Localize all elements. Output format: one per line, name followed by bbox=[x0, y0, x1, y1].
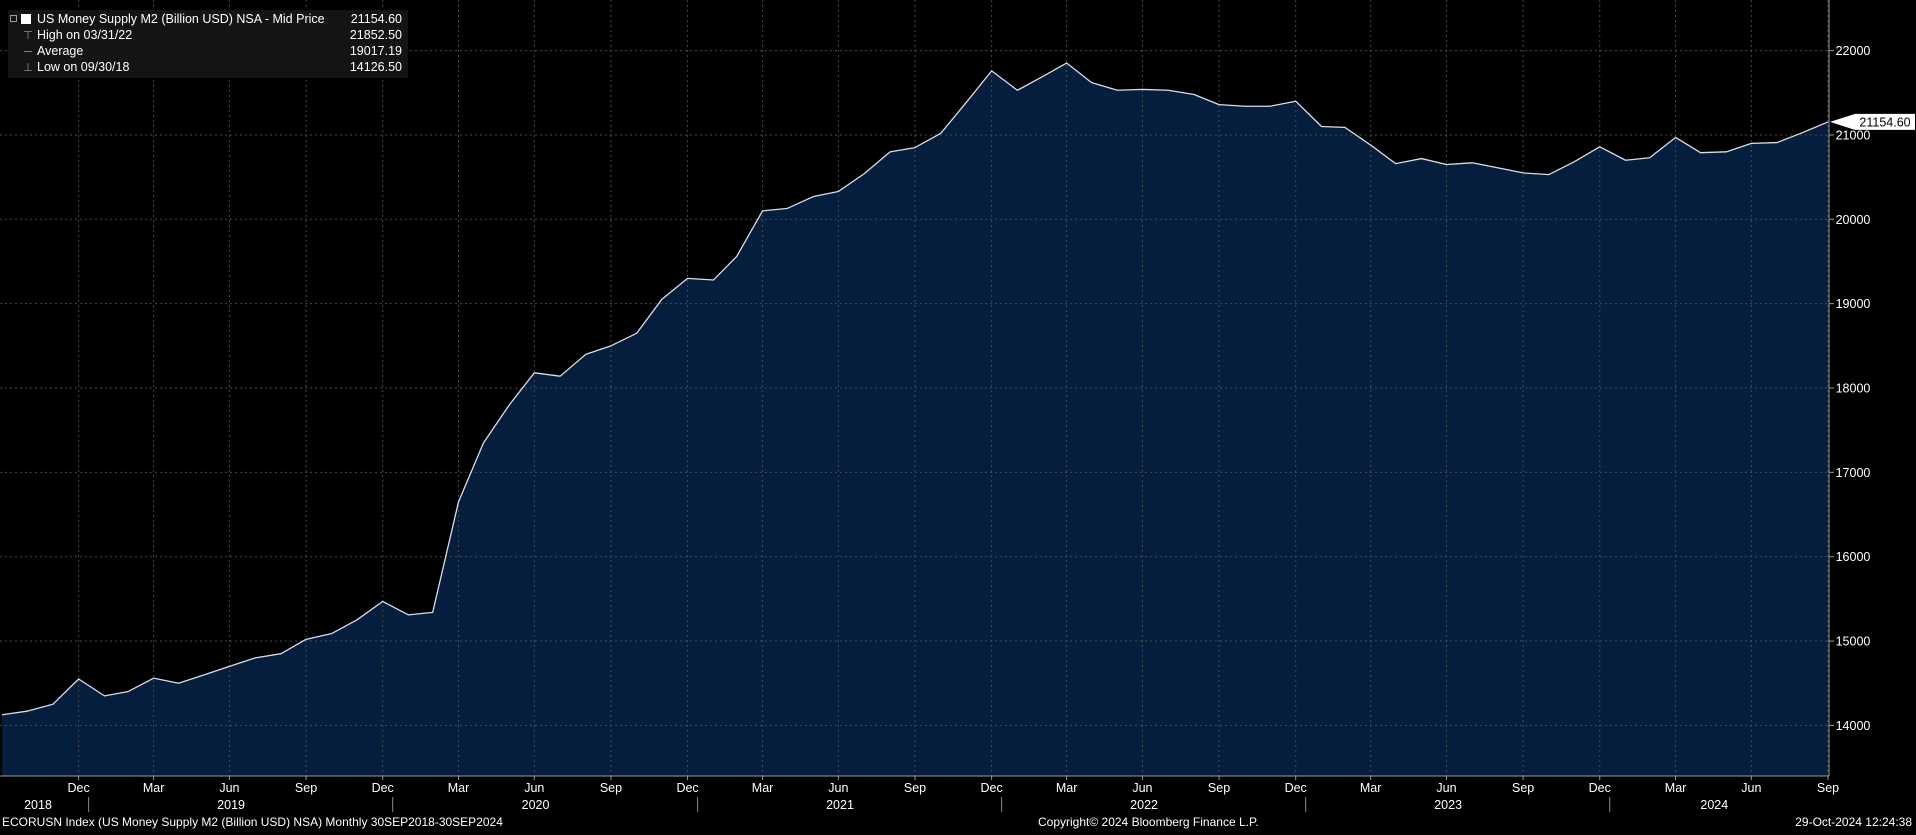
average-marker-icon: ─ bbox=[24, 46, 32, 58]
legend-low-label: Low on 09/30/18 bbox=[37, 60, 130, 74]
y-tick-label: 15000 bbox=[1836, 635, 1871, 649]
x-year-label: 2021 bbox=[826, 798, 854, 812]
x-month-label: Dec bbox=[68, 781, 90, 795]
x-month-label: Dec bbox=[1589, 781, 1611, 795]
legend-box: US Money Supply M2 (Billion USD) NSA - M… bbox=[8, 10, 408, 78]
chart-root: 14000 15000 16000 17000 18000 19000 20000 21000… bbox=[0, 0, 1916, 830]
x-month-label: Dec bbox=[372, 781, 394, 795]
legend-series-label: US Money Supply M2 (Billion USD) NSA - M… bbox=[37, 12, 325, 26]
m2-area-chart: 14000 15000 16000 17000 18000 19000 20000 21000… bbox=[0, 0, 1916, 830]
legend-average-label: Average bbox=[37, 44, 84, 58]
y-tick-label: 20000 bbox=[1836, 213, 1871, 227]
legend-high-label: High on 03/31/22 bbox=[37, 28, 133, 42]
x-month-label: Jun bbox=[524, 781, 544, 795]
legend-low-value: 14126.50 bbox=[349, 60, 402, 74]
x-month-label: Sep bbox=[904, 781, 926, 795]
legend-low-row: ⊥ Low on 09/30/18 14126.50 bbox=[8, 59, 408, 75]
x-month-label: Dec bbox=[981, 781, 1003, 795]
legend-series-row[interactable]: US Money Supply M2 (Billion USD) NSA - M… bbox=[8, 11, 408, 27]
x-month-label: Jun bbox=[1741, 781, 1761, 795]
footer-copyright: Copyright© 2024 Bloomberg Finance L.P. bbox=[1038, 815, 1259, 829]
x-month-label: Mar bbox=[752, 781, 774, 795]
x-month-label: Sep bbox=[295, 781, 317, 795]
y-tick-label: 17000 bbox=[1836, 466, 1871, 480]
low-marker-icon: ⊥ bbox=[23, 62, 33, 74]
x-month-label: Mar bbox=[1360, 781, 1382, 795]
x-month-label: Jun bbox=[219, 781, 239, 795]
x-month-label: Dec bbox=[676, 781, 698, 795]
y-tick-label: 19000 bbox=[1836, 297, 1871, 311]
y-tick-label: 14000 bbox=[1836, 719, 1871, 733]
x-month-label: Jun bbox=[828, 781, 848, 795]
x-year-label: 2023 bbox=[1434, 798, 1462, 812]
x-month-label: Sep bbox=[600, 781, 622, 795]
footer-ticker-info: ECORUSN Index (US Money Supply M2 (Billi… bbox=[2, 815, 503, 829]
x-month-label: Mar bbox=[143, 781, 165, 795]
legend-average-value: 19017.19 bbox=[349, 44, 402, 58]
x-month-label: Mar bbox=[1665, 781, 1687, 795]
y-tick-label: 18000 bbox=[1836, 382, 1871, 396]
high-marker-icon: ⊤ bbox=[23, 30, 33, 42]
x-month-label: Mar bbox=[448, 781, 470, 795]
x-month-label: Mar bbox=[1056, 781, 1078, 795]
legend-high-value: 21852.50 bbox=[349, 28, 402, 42]
legend-average-row: ─ Average 19017.19 bbox=[8, 43, 408, 59]
x-year-label: 2019 bbox=[217, 798, 245, 812]
x-year-label: 2020 bbox=[522, 798, 550, 812]
x-month-label: Sep bbox=[1817, 781, 1839, 795]
last-value-label: 21154.60 bbox=[1859, 115, 1910, 129]
series-swatch-icon bbox=[21, 14, 31, 24]
legend-high-row: ⊤ High on 03/31/22 21852.50 bbox=[8, 27, 408, 43]
x-month-label: Jun bbox=[1132, 781, 1152, 795]
x-month-label: Jun bbox=[1436, 781, 1456, 795]
x-month-label: Sep bbox=[1208, 781, 1230, 795]
x-year-label: 2024 bbox=[1700, 798, 1728, 812]
x-month-label: Sep bbox=[1512, 781, 1534, 795]
y-tick-label: 22000 bbox=[1836, 44, 1871, 58]
y-tick-label: 21000 bbox=[1836, 128, 1871, 142]
x-year-label: 2018 bbox=[24, 798, 52, 812]
y-tick-label: 16000 bbox=[1836, 550, 1871, 564]
footer-timestamp: 29-Oct-2024 12:24:38 bbox=[1795, 815, 1912, 829]
collapse-icon[interactable] bbox=[10, 15, 17, 22]
x-month-label: Dec bbox=[1285, 781, 1307, 795]
legend-series-value: 21154.60 bbox=[350, 12, 402, 26]
x-year-label: 2022 bbox=[1130, 798, 1158, 812]
